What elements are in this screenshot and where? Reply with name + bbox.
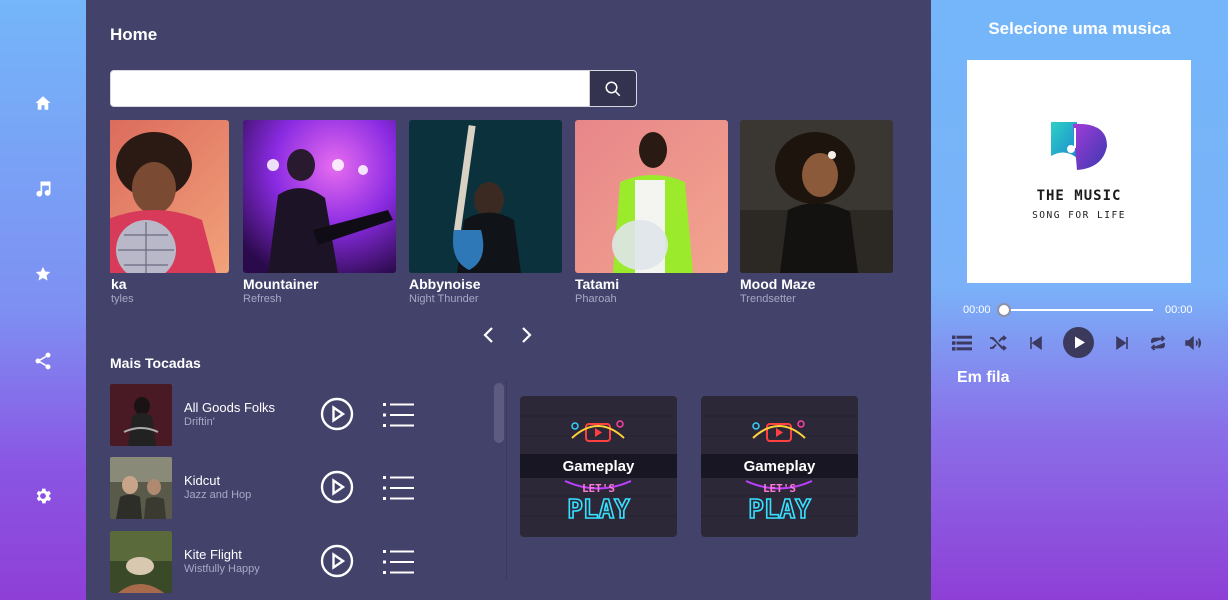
player-panel: Selecione uma musica THE MUSIC SONG FOR … (931, 0, 1228, 600)
track-name: Kite Flight (184, 547, 242, 562)
shuffle-icon (990, 335, 1007, 351)
current-time: 00:00 (963, 304, 991, 316)
album-cover: THE MUSIC SONG FOR LIFE (967, 60, 1191, 283)
carousel-prev-button[interactable] (476, 322, 502, 348)
card-title: Mood Maze (740, 276, 816, 292)
carousel-card[interactable]: Tatami Pharoah (575, 120, 728, 305)
cover-logo-text: THE MUSIC (1036, 188, 1122, 204)
total-time: 00:00 (1165, 304, 1193, 316)
track-cover (110, 531, 172, 593)
game-art-text-2: PLAY (567, 495, 630, 525)
play-circle-icon[interactable] (320, 397, 354, 431)
sidebar-nav (0, 0, 86, 600)
carousel-card[interactable]: ka tyles (110, 120, 229, 305)
card-subtitle: Refresh (243, 293, 282, 305)
shuffle-button[interactable] (985, 330, 1011, 356)
repeat-button[interactable] (1145, 330, 1171, 356)
game-label: Gameplay (520, 454, 677, 478)
progress-knob[interactable] (997, 303, 1011, 317)
play-pause-button[interactable] (1063, 327, 1094, 358)
previous-button[interactable] (1023, 330, 1049, 356)
search-icon (605, 81, 621, 96)
track-name: All Goods Folks (184, 400, 276, 415)
list-icon (952, 335, 972, 351)
play-circle-icon[interactable] (320, 470, 354, 504)
carousel-next-button[interactable] (513, 322, 539, 348)
nav-favorites-button[interactable] (0, 254, 86, 294)
music-logo-icon (1051, 122, 1107, 170)
gear-icon (36, 488, 52, 504)
carousel-card[interactable]: Mood Maze Trendsetter (740, 120, 893, 305)
volume-icon (1185, 336, 1201, 350)
music-note-icon (36, 181, 51, 197)
artist-photo (110, 120, 229, 273)
main-content: Home ka tyles Mountainer Refresh Abbynoi… (86, 0, 931, 600)
chevron-left-icon (483, 327, 493, 343)
add-to-queue-icon[interactable] (383, 548, 415, 576)
most-played-list: All Goods Folks Driftin' Kidcut Jazz and… (110, 384, 490, 600)
game-art-text-1: LET'S (582, 482, 615, 495)
featured-carousel: ka tyles Mountainer Refresh Abbynoise Ni… (110, 120, 900, 315)
next-button[interactable] (1109, 330, 1135, 356)
card-title: Abbynoise (409, 276, 481, 292)
page-title: Home (110, 25, 158, 44)
nav-settings-button[interactable] (0, 476, 86, 516)
track-cover (110, 457, 172, 519)
repeat-icon (1150, 335, 1166, 351)
queue-list-button[interactable] (949, 330, 975, 356)
progress-bar[interactable] (1003, 309, 1153, 311)
artist-photo (409, 120, 562, 273)
add-to-queue-icon[interactable] (383, 474, 415, 502)
card-title: ka (111, 276, 127, 292)
track-artist: Driftin' (184, 416, 215, 428)
home-icon (35, 96, 51, 110)
skip-next-icon (1116, 336, 1128, 350)
play-icon (1074, 336, 1085, 349)
track-artist: Jazz and Hop (184, 489, 252, 501)
nav-music-button[interactable] (0, 169, 86, 209)
chevron-right-icon (522, 327, 532, 343)
track-artist: Wistfully Happy (184, 563, 260, 575)
cover-logo-subtext: SONG FOR LIFE (1032, 210, 1126, 221)
game-art-text-1: LET'S (763, 482, 796, 495)
track-row[interactable]: All Goods Folks Driftin' (110, 384, 490, 446)
play-circle-icon[interactable] (320, 544, 354, 578)
most-played-title: Mais Tocadas (110, 355, 201, 371)
card-title: Mountainer (243, 276, 319, 292)
gameplay-card[interactable]: LET'S PLAY Gameplay (701, 396, 858, 537)
search-bar (110, 70, 637, 107)
carousel-card[interactable]: Mountainer Refresh (243, 120, 396, 305)
artist-photo (740, 120, 893, 273)
volume-button[interactable] (1181, 330, 1207, 356)
carousel-card[interactable]: Abbynoise Night Thunder (409, 120, 562, 305)
add-to-queue-icon[interactable] (383, 401, 415, 429)
card-subtitle: tyles (111, 293, 134, 305)
share-icon (35, 352, 51, 370)
skip-previous-icon (1030, 336, 1042, 350)
track-cover (110, 384, 172, 446)
track-row[interactable]: Kite Flight Wistfully Happy (110, 531, 490, 593)
queue-title: Em fila (957, 369, 1010, 386)
nav-share-button[interactable] (0, 341, 86, 381)
divider (506, 380, 507, 580)
search-input[interactable] (111, 71, 589, 106)
card-subtitle: Pharoah (575, 293, 617, 305)
card-subtitle: Trendsetter (740, 293, 796, 305)
card-subtitle: Night Thunder (409, 293, 479, 305)
card-title: Tatami (575, 276, 620, 292)
game-art-text-2: PLAY (748, 495, 811, 525)
artist-photo (575, 120, 728, 273)
artist-photo (243, 120, 396, 273)
track-row[interactable]: Kidcut Jazz and Hop (110, 457, 490, 519)
player-title: Selecione uma musica (988, 19, 1171, 38)
search-button[interactable] (589, 71, 636, 106)
gameplay-card[interactable]: LET'S PLAY Gameplay (520, 396, 677, 537)
star-icon (35, 266, 51, 281)
game-label: Gameplay (701, 454, 858, 478)
list-scrollbar[interactable] (494, 383, 504, 443)
track-name: Kidcut (184, 473, 221, 488)
nav-home-button[interactable] (0, 83, 86, 123)
